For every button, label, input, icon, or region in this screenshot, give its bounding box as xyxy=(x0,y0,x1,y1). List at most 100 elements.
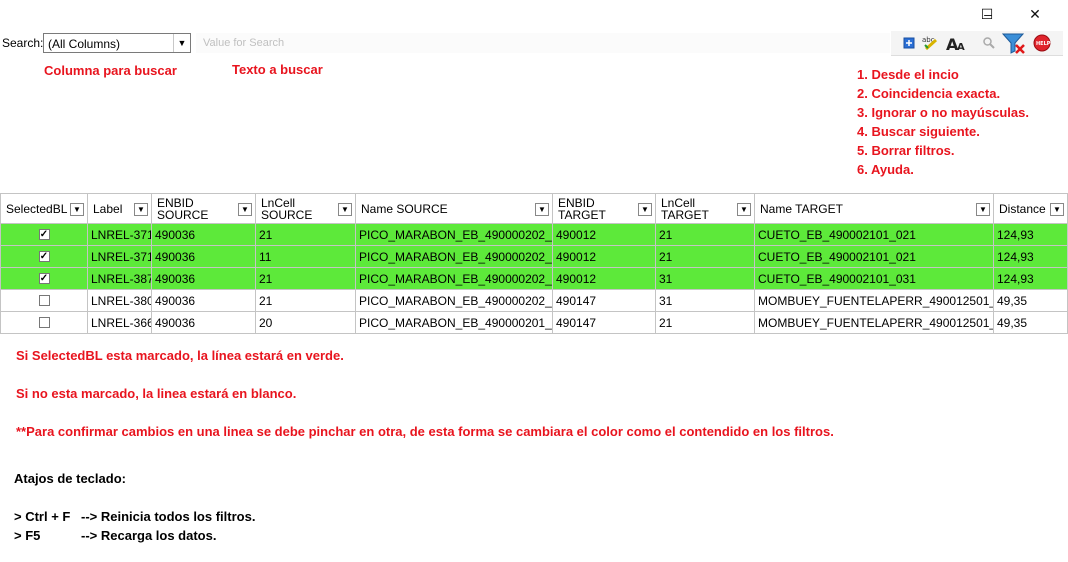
column-header-name-source[interactable]: Name SOURCE ▼ xyxy=(355,193,553,224)
name-target-cell[interactable]: MOMBUEY_FUENTELAPERR_490012501_021 xyxy=(754,311,994,334)
selectedbl-checkbox[interactable]: ✓ xyxy=(38,251,50,262)
lncell-target-cell[interactable]: 31 xyxy=(655,289,755,312)
name-source-cell[interactable]: PICO_MARABON_EB_490000202_021 xyxy=(355,267,553,290)
enbid-source-cell[interactable]: 490036 xyxy=(151,223,256,246)
table-row[interactable]: LNREL-380 490036 21 PICO_MARABON_EB_4900002… xyxy=(0,289,1068,312)
shortcuts-title: Atajos de teclado: xyxy=(14,471,126,486)
label-cell[interactable]: LNREL-371 xyxy=(87,223,152,246)
name-source-cell[interactable]: PICO_MARABON_EB_490000201_020 xyxy=(355,311,553,334)
enbid-source-cell[interactable]: 490036 xyxy=(151,267,256,290)
distance-cell[interactable]: 49,35 xyxy=(993,311,1068,334)
lncell-source-cell[interactable]: 21 xyxy=(255,289,356,312)
enbid-target-cell[interactable]: 490012 xyxy=(552,223,656,246)
filter-dropdown-icon[interactable]: ▼ xyxy=(134,203,148,216)
name-target-cell[interactable]: CUETO_EB_490002101_031 xyxy=(754,267,994,290)
name-target-cell[interactable]: MOMBUEY_FUENTELAPERR_490012501_031 xyxy=(754,289,994,312)
find-next-icon[interactable] xyxy=(979,33,999,53)
enbid-target-cell[interactable]: 490147 xyxy=(552,311,656,334)
enbid-target-cell[interactable]: 490012 xyxy=(552,267,656,290)
table-row[interactable]: ✓ LNREL-387 490036 21 PICO_MARABON_EB_490000… xyxy=(0,267,1068,290)
lncell-target-cell[interactable]: 21 xyxy=(655,223,755,246)
lncell-target-cell[interactable]: 21 xyxy=(655,311,755,334)
filter-dropdown-icon[interactable]: ▼ xyxy=(737,203,751,216)
lncell-source-cell[interactable]: 20 xyxy=(255,311,356,334)
shortcut-2-desc: --> Recarga los datos. xyxy=(81,528,217,543)
enbid-source-cell[interactable]: 490036 xyxy=(151,245,256,268)
step-6: 6. Ayuda. xyxy=(857,162,914,177)
distance-cell[interactable]: 124,93 xyxy=(993,245,1068,268)
label-cell[interactable]: LNREL-371 xyxy=(87,245,152,268)
enbid-source-cell[interactable]: 490036 xyxy=(151,289,256,312)
step-1: 1. Desde el incio xyxy=(857,67,959,82)
lncell-source-cell[interactable]: 11 xyxy=(255,245,356,268)
toolbar-steps: 1. Desde el incio 2. Coincidencia exacta… xyxy=(857,65,1029,179)
shortcut-1-desc: --> Reinicia todos los filtros. xyxy=(81,509,256,524)
label-cell[interactable]: LNREL-366 xyxy=(87,311,152,334)
step-5: 5. Borrar filtros. xyxy=(857,143,955,158)
column-select-value: (All Columns) xyxy=(48,37,121,51)
help-icon[interactable]: HELP xyxy=(1032,33,1052,53)
selectedbl-cell[interactable] xyxy=(0,311,88,334)
label-cell[interactable]: LNREL-387 xyxy=(87,267,152,290)
from-start-icon[interactable] xyxy=(899,33,919,53)
search-label: Search: xyxy=(2,36,44,50)
column-header-label[interactable]: Label ▼ xyxy=(87,193,152,224)
exact-match-icon[interactable]: abc xyxy=(921,33,941,53)
step-3: 3. Ignorar o no mayúsculas. xyxy=(857,105,1029,120)
lncell-target-cell[interactable]: 31 xyxy=(655,267,755,290)
column-header-distance[interactable]: Distance ▼ xyxy=(993,193,1068,224)
lncell-target-cell[interactable]: 21 xyxy=(655,245,755,268)
shortcut-2-key: > F5 xyxy=(14,528,41,543)
selectedbl-cell[interactable]: ✓ xyxy=(0,223,88,246)
selectedbl-cell[interactable] xyxy=(0,289,88,312)
selectedbl-checkbox[interactable] xyxy=(38,317,50,328)
case-sensitivity-icon[interactable]: AA xyxy=(946,33,966,53)
selectedbl-checkbox[interactable] xyxy=(38,295,50,306)
column-select[interactable]: (All Columns) ▼ xyxy=(43,33,191,53)
name-target-cell[interactable]: CUETO_EB_490002101_021 xyxy=(754,223,994,246)
selectedbl-cell[interactable]: ✓ xyxy=(0,245,88,268)
search-input[interactable] xyxy=(196,33,890,53)
column-header-selectedbl[interactable]: SelectedBL ▼ xyxy=(0,193,88,224)
lncell-source-cell[interactable]: 21 xyxy=(255,223,356,246)
maximize-button[interactable]: ☐ xyxy=(964,0,1010,28)
selectedbl-checkbox[interactable]: ✓ xyxy=(38,273,50,284)
column-header-enbid-target[interactable]: ENBID TARGET ▼ xyxy=(552,193,656,224)
shortcut-1-key: > Ctrl + F xyxy=(14,509,71,524)
filter-dropdown-icon[interactable]: ▼ xyxy=(338,203,352,216)
clear-filters-icon[interactable] xyxy=(1001,33,1027,54)
name-source-cell[interactable]: PICO_MARABON_EB_490000202_021 xyxy=(355,289,553,312)
grid-header-row: SelectedBL ▼ Label ▼ ENBID SOURCE ▼ LnCell SO… xyxy=(0,193,1068,224)
chevron-down-icon[interactable]: ▼ xyxy=(173,34,190,52)
enbid-source-cell[interactable]: 490036 xyxy=(151,311,256,334)
maximize-icon: ☐ xyxy=(980,5,994,22)
name-source-cell[interactable]: PICO_MARABON_EB_490000202_021 xyxy=(355,223,553,246)
filter-dropdown-icon[interactable]: ▼ xyxy=(70,203,84,216)
filter-dropdown-icon[interactable]: ▼ xyxy=(535,203,549,216)
close-button[interactable]: ✕ xyxy=(1012,0,1058,28)
lncell-source-cell[interactable]: 21 xyxy=(255,267,356,290)
column-header-enbid-source[interactable]: ENBID SOURCE ▼ xyxy=(151,193,256,224)
column-header-lncell-target[interactable]: LnCell TARGET ▼ xyxy=(655,193,755,224)
column-header-lncell-source[interactable]: LnCell SOURCE ▼ xyxy=(255,193,356,224)
table-row[interactable]: ✓ LNREL-371 490036 11 PICO_MARABON_EB_490000… xyxy=(0,245,1068,268)
selectedbl-cell[interactable]: ✓ xyxy=(0,267,88,290)
column-hint: Columna para buscar xyxy=(44,63,177,78)
enbid-target-cell[interactable]: 490147 xyxy=(552,289,656,312)
filter-dropdown-icon[interactable]: ▼ xyxy=(976,203,990,216)
filter-dropdown-icon[interactable]: ▼ xyxy=(638,203,652,216)
help-icon-text: HELP xyxy=(1036,41,1051,47)
column-header-name-target[interactable]: Name TARGET ▼ xyxy=(754,193,994,224)
selectedbl-checkbox[interactable]: ✓ xyxy=(38,229,50,240)
filter-dropdown-icon[interactable]: ▼ xyxy=(1050,203,1064,216)
enbid-target-cell[interactable]: 490012 xyxy=(552,245,656,268)
label-cell[interactable]: LNREL-380 xyxy=(87,289,152,312)
table-row[interactable]: LNREL-366 490036 20 PICO_MARABON_EB_4900002… xyxy=(0,311,1068,334)
name-target-cell[interactable]: CUETO_EB_490002101_021 xyxy=(754,245,994,268)
distance-cell[interactable]: 124,93 xyxy=(993,223,1068,246)
table-row[interactable]: ✓ LNREL-371 490036 21 PICO_MARABON_EB_490000… xyxy=(0,223,1068,246)
filter-dropdown-icon[interactable]: ▼ xyxy=(238,203,252,216)
distance-cell[interactable]: 49,35 xyxy=(993,289,1068,312)
distance-cell[interactable]: 124,93 xyxy=(993,267,1068,290)
name-source-cell[interactable]: PICO_MARABON_EB_490000202_011 xyxy=(355,245,553,268)
